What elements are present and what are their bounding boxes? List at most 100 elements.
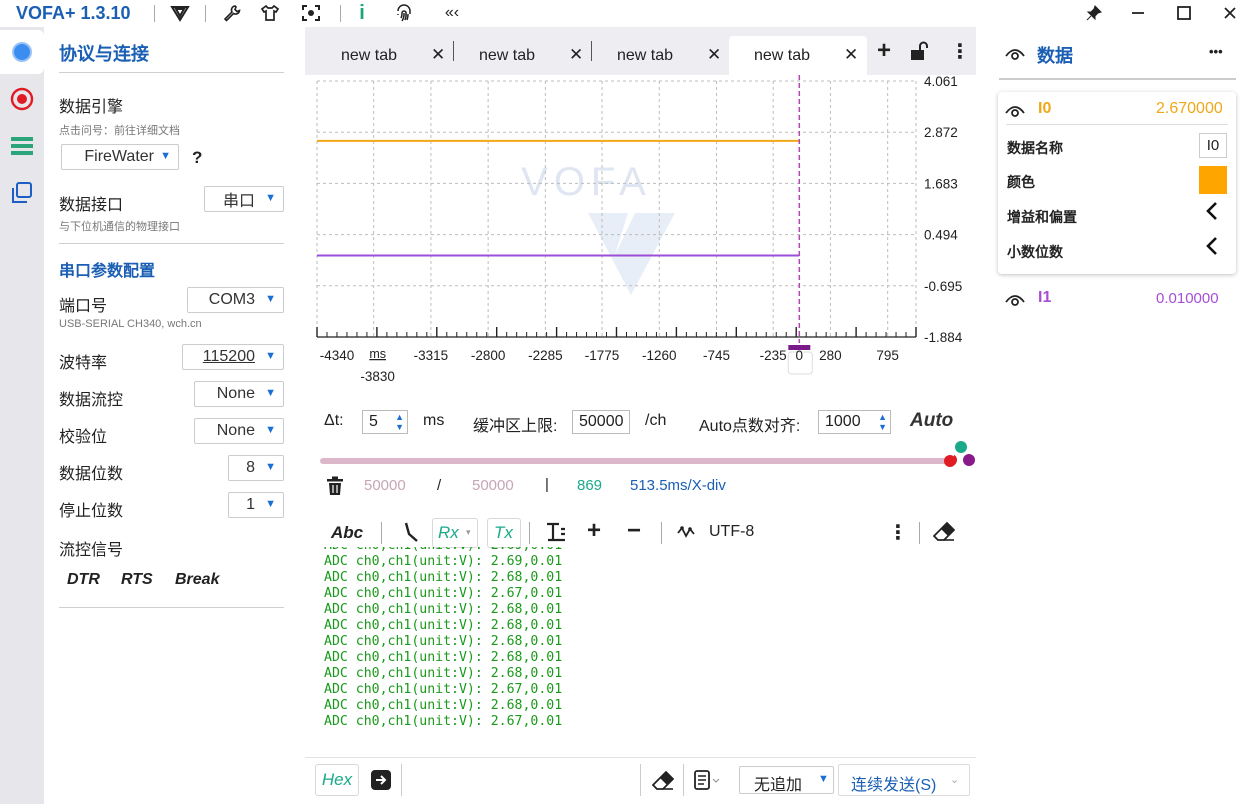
chart-svg[interactable]: VOFA 4.061 2.872 1.683 0.494 -0.695 -1.884 -434… xyxy=(305,74,976,395)
hex-toggle[interactable]: Hex xyxy=(315,764,359,796)
rail-protocol-button[interactable] xyxy=(0,30,44,74)
eye-icon[interactable] xyxy=(1005,291,1025,312)
name-label: 数据名称 xyxy=(1007,140,1063,156)
zoom-out-button[interactable]: − xyxy=(627,517,641,545)
tab-menu-button[interactable]: ⋮ xyxy=(950,39,970,64)
vofa-logo-icon[interactable] xyxy=(168,2,192,24)
eraser-icon[interactable] xyxy=(651,770,675,797)
buffer-input[interactable]: 50000 xyxy=(572,410,630,434)
dtr-button[interactable]: DTR xyxy=(67,571,100,589)
rail-record-button[interactable] xyxy=(0,77,44,121)
append-select[interactable]: 无追加 ▼ xyxy=(739,766,834,794)
eye-icon[interactable] xyxy=(1005,45,1025,66)
newline-icon[interactable] xyxy=(403,521,419,548)
name-input[interactable]: I0 xyxy=(1199,133,1227,158)
stepper-icon[interactable]: ▲ ▼ xyxy=(395,412,404,432)
rx-label: Rx xyxy=(438,523,459,542)
databits-select[interactable]: 8 ▼ xyxy=(228,455,284,481)
rail-commands-button[interactable] xyxy=(0,124,44,168)
baud-select[interactable]: 115200 ▼ xyxy=(182,344,284,370)
more-icon[interactable]: ••• xyxy=(1209,44,1223,59)
help-icon[interactable]: ? xyxy=(192,148,202,168)
x-tick-label: 795 xyxy=(876,348,899,363)
console-line: ADC ch0,ch1(unit:V): 2.67,0.01 xyxy=(324,586,563,601)
y-tick-label: 2.872 xyxy=(924,125,958,140)
stepper-icon[interactable]: ▲ ▼ xyxy=(878,412,887,432)
close-icon[interactable] xyxy=(1218,2,1242,24)
close-icon[interactable]: ✕ xyxy=(844,45,858,65)
tab-label: new tab xyxy=(479,47,536,64)
tab-4-active[interactable]: new tab ✕ xyxy=(729,36,867,75)
unlock-icon[interactable] xyxy=(909,41,929,66)
port-select[interactable]: COM3 ▼ xyxy=(187,287,284,313)
document-icon[interactable] xyxy=(694,770,720,795)
encoding-icon xyxy=(677,525,697,544)
add-tab-button[interactable]: + xyxy=(877,37,891,65)
tab-1[interactable]: new tab ✕ xyxy=(305,36,453,75)
engine-select[interactable]: FireWater ▼ xyxy=(61,144,179,170)
interface-value: 串口 xyxy=(222,193,255,210)
parity-label: 校验位 xyxy=(59,429,108,446)
info-icon[interactable]: i xyxy=(350,2,374,24)
time-per-div: 513.5ms/X-div xyxy=(630,477,726,494)
chevron-left-icon[interactable] xyxy=(1205,236,1219,261)
fingerprint-icon[interactable] xyxy=(392,2,416,24)
rts-button[interactable]: RTS xyxy=(121,571,153,589)
divider xyxy=(154,5,155,22)
eraser-icon[interactable] xyxy=(932,521,956,548)
divider xyxy=(340,5,341,22)
tab-2[interactable]: new tab ✕ xyxy=(443,36,591,75)
interface-select[interactable]: 串口 ▼ xyxy=(204,186,284,212)
buffer-label: 缓冲区上限: xyxy=(473,418,558,435)
waveform-plot[interactable]: VOFA 4.061 2.872 1.683 0.494 -0.695 -1.884 -434… xyxy=(305,74,976,395)
minimize-icon[interactable] xyxy=(1126,2,1150,24)
tab-3[interactable]: new tab ✕ xyxy=(581,36,729,75)
parity-select[interactable]: None ▼ xyxy=(194,418,284,444)
history-slider[interactable] xyxy=(320,458,955,464)
send-bar: Hex 无追加 ▼ 连续发送(S) ⌄ xyxy=(305,757,976,804)
dt-input[interactable]: 5 ▲ ▼ xyxy=(362,410,408,434)
slider-handle[interactable] xyxy=(944,455,956,467)
color-swatch[interactable] xyxy=(1199,166,1227,194)
break-button[interactable]: Break xyxy=(175,571,219,589)
eye-icon[interactable] xyxy=(1005,102,1025,123)
trash-icon[interactable] xyxy=(326,476,344,500)
maximize-icon[interactable] xyxy=(1172,2,1196,24)
pin-icon[interactable] xyxy=(1082,2,1106,24)
copy-icon xyxy=(12,182,32,203)
send-file-icon[interactable] xyxy=(371,770,391,795)
chevron-down-icon: ▼ xyxy=(265,461,276,473)
chevron-down-icon: ▼ xyxy=(818,773,829,785)
channel-name[interactable]: I1 xyxy=(1038,289,1051,307)
chevron-down-icon: ▼ xyxy=(265,424,276,436)
auto-button[interactable]: Auto xyxy=(910,410,953,432)
databits-value: 8 xyxy=(246,459,255,476)
encoding-select[interactable]: UTF-8 xyxy=(709,523,754,541)
collapse-icon[interactable]: «‹ xyxy=(440,2,464,24)
rail-widgets-button[interactable] xyxy=(0,171,44,215)
console-line: ADC ch0,ch1(unit:V): 2.68,0.01 xyxy=(324,650,563,665)
console-line: ADC ch0,ch1(unit:V): 2.68,0.01 xyxy=(324,666,563,681)
receive-console[interactable]: ADC ch0,ch1(unit:V): 2.69,0.01 ADC ch0,c… xyxy=(324,547,964,762)
more-icon[interactable]: ⋮ xyxy=(888,520,908,545)
divider xyxy=(401,764,402,796)
tx-toggle[interactable]: Tx xyxy=(487,518,521,548)
auto-align-input[interactable]: 1000 ▲ ▼ xyxy=(818,410,891,434)
format-icon[interactable] xyxy=(545,521,567,548)
shirt-icon[interactable] xyxy=(258,2,282,24)
chevron-down-icon: ▼ xyxy=(265,192,276,204)
close-icon[interactable]: ✕ xyxy=(707,45,721,65)
stopbits-select[interactable]: 1 ▼ xyxy=(228,492,284,518)
x-tick-label: -2285 xyxy=(528,348,563,363)
tab-label: new tab xyxy=(341,47,398,64)
engine-hint: 点击问号：前往详细文档 xyxy=(59,125,180,137)
rx-toggle[interactable]: Rx ▾ xyxy=(432,518,478,548)
abc-button[interactable]: Abc xyxy=(331,523,363,543)
wrench-icon[interactable] xyxy=(220,2,244,24)
zoom-in-button[interactable]: + xyxy=(587,517,601,545)
continuous-send-button[interactable]: 连续发送(S) ⌄ xyxy=(838,764,970,796)
chevron-left-icon[interactable] xyxy=(1205,201,1219,226)
flow-select[interactable]: None ▼ xyxy=(194,381,284,407)
screenshot-icon[interactable] xyxy=(299,2,323,24)
channel-card-i0[interactable]: I0 2.670000 数据名称 I0 颜色 增益和偏置 小数位数 xyxy=(998,92,1236,274)
